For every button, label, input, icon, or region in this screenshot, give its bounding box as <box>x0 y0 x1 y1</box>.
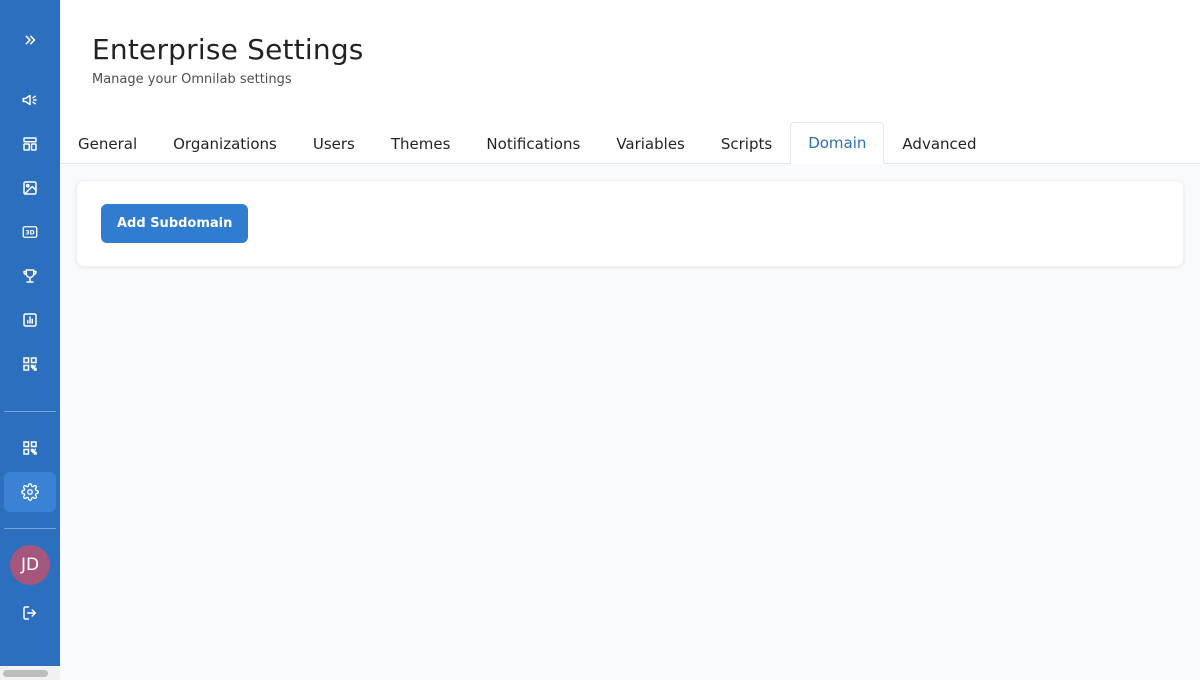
logout-button[interactable] <box>4 593 56 633</box>
avatar[interactable]: JD <box>10 545 50 585</box>
qr-code-icon <box>23 357 37 371</box>
sidebar-item-campaigns[interactable] <box>4 80 56 120</box>
tab-scripts[interactable]: Scripts <box>703 122 790 164</box>
page-subtitle: Manage your Omnilab settings <box>92 72 292 87</box>
qr-code-icon <box>23 441 37 455</box>
sidebar-item-achievements[interactable] <box>4 256 56 296</box>
trophy-icon <box>23 269 37 283</box>
svg-text:3D: 3D <box>25 230 34 237</box>
megaphone-icon <box>22 94 37 106</box>
horizontal-scrollbar[interactable] <box>0 666 60 680</box>
logout-icon <box>23 606 36 620</box>
expand-sidebar-button[interactable] <box>4 20 56 60</box>
tab-organizations[interactable]: Organizations <box>155 122 295 164</box>
sidebar-item-media[interactable] <box>4 168 56 208</box>
layout-icon <box>23 137 37 151</box>
chevrons-right-icon <box>25 35 36 45</box>
gear-icon <box>21 483 39 501</box>
add-subdomain-button[interactable]: Add Subdomain <box>101 204 249 243</box>
tab-domain[interactable]: Domain <box>790 122 885 164</box>
sidebar-item-qr-manager[interactable] <box>4 428 56 468</box>
sidebar-item-3d[interactable]: 3D <box>4 212 56 252</box>
3d-icon: 3D <box>22 226 38 238</box>
sidebar-item-qr-codes[interactable] <box>4 344 56 384</box>
tab-themes[interactable]: Themes <box>373 122 469 164</box>
settings-tabs: General Organizations Users Themes Notif… <box>60 122 1200 164</box>
domain-card: Add Subdomain <box>76 180 1184 267</box>
scrollbar-thumb[interactable] <box>3 670 48 677</box>
sidebar-item-settings[interactable] <box>4 472 56 512</box>
sidebar-item-analytics[interactable] <box>4 300 56 340</box>
sidebar-item-layouts[interactable] <box>4 124 56 164</box>
sidebar-divider <box>4 528 56 529</box>
image-icon <box>23 181 37 195</box>
tab-advanced[interactable]: Advanced <box>884 122 994 164</box>
tab-general[interactable]: General <box>60 122 155 164</box>
avatar-initials: JD <box>20 555 40 575</box>
tab-users[interactable]: Users <box>295 122 373 164</box>
tab-variables[interactable]: Variables <box>598 122 703 164</box>
page-header: Enterprise Settings Manage your Omnilab … <box>60 0 1200 122</box>
tab-notifications[interactable]: Notifications <box>468 122 598 164</box>
sidebar: 3D JD <box>0 0 60 666</box>
page-title: Enterprise Settings <box>92 33 364 66</box>
chart-icon <box>23 313 37 327</box>
sidebar-divider <box>4 411 56 412</box>
